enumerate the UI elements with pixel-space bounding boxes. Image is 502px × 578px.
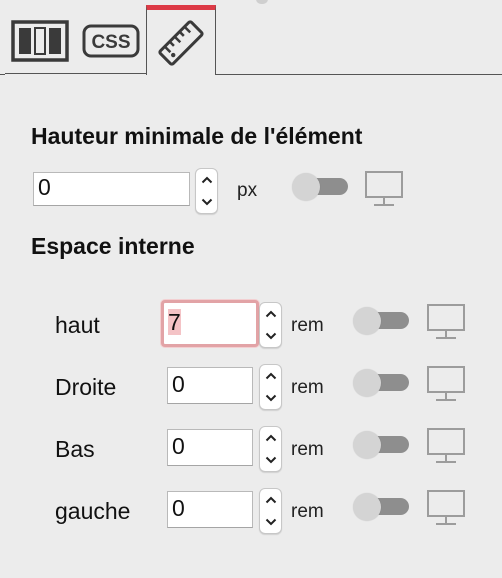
- stepper-down-button[interactable]: [260, 449, 281, 471]
- tab-bar-divider: [216, 74, 502, 75]
- toggle-knob: [353, 369, 381, 397]
- desktop-icon[interactable]: [426, 489, 466, 527]
- padding-bottom-responsive-toggle[interactable]: [353, 431, 409, 459]
- ruler-icon: [158, 19, 204, 66]
- padding-left-responsive-toggle[interactable]: [353, 493, 409, 521]
- chevron-down-icon: [265, 456, 276, 464]
- desktop-icon[interactable]: [426, 365, 466, 403]
- chevron-up-icon: [265, 496, 276, 504]
- stepper-down-button[interactable]: [260, 325, 281, 347]
- padding-top-stepper[interactable]: [259, 302, 282, 348]
- padding-right-label: Droite: [55, 374, 117, 400]
- min-height-title: Hauteur minimale de l'élément: [31, 123, 363, 149]
- desktop-icon[interactable]: [426, 427, 466, 465]
- chevron-down-icon: [265, 518, 276, 526]
- css-badge-label: CSS: [91, 32, 130, 53]
- selected-text: 7: [168, 309, 181, 335]
- stepper-up-button[interactable]: [260, 489, 281, 511]
- chevron-down-icon: [265, 332, 276, 340]
- toggle-knob: [353, 307, 381, 335]
- stepper-up-button[interactable]: [260, 365, 281, 387]
- tab-css[interactable]: CSS: [75, 8, 146, 74]
- padding-right-input[interactable]: 0: [167, 367, 253, 404]
- stepper-up-button[interactable]: [260, 303, 281, 325]
- padding-title: Espace interne: [31, 233, 195, 259]
- padding-top-responsive-toggle[interactable]: [353, 307, 409, 335]
- desktop-icon[interactable]: [364, 170, 404, 208]
- padding-top-label: haut: [55, 312, 100, 338]
- padding-top-input[interactable]: 7: [161, 300, 259, 347]
- tab-bar-divider: [0, 74, 5, 75]
- toggle-knob: [353, 431, 381, 459]
- padding-left-stepper[interactable]: [259, 488, 282, 534]
- padding-bottom-label: Bas: [55, 436, 95, 462]
- toggle-knob: [353, 493, 381, 521]
- stepper-up-button[interactable]: [260, 427, 281, 449]
- min-height-unit: px: [237, 180, 258, 201]
- stepper-down-button[interactable]: [260, 387, 281, 409]
- padding-bottom-stepper[interactable]: [259, 426, 282, 472]
- layout-panel-icon: [11, 19, 69, 62]
- inspector-tab-bar: CSS: [0, 0, 502, 76]
- padding-top-unit: rem: [291, 315, 324, 336]
- chevron-up-icon: [265, 434, 276, 442]
- desktop-icon[interactable]: [426, 303, 466, 341]
- chevron-down-icon: [265, 394, 276, 402]
- padding-left-unit: rem: [291, 501, 324, 522]
- stepper-down-button[interactable]: [260, 511, 281, 533]
- css-badge-icon: CSS: [82, 24, 139, 57]
- chevron-up-icon: [201, 176, 212, 184]
- padding-right-stepper[interactable]: [259, 364, 282, 410]
- padding-left-label: gauche: [55, 498, 131, 524]
- padding-bottom-input[interactable]: 0: [167, 429, 253, 466]
- chevron-up-icon: [265, 310, 276, 318]
- padding-bottom-unit: rem: [291, 439, 324, 460]
- chevron-up-icon: [265, 372, 276, 380]
- chevron-down-icon: [201, 198, 212, 206]
- padding-right-responsive-toggle[interactable]: [353, 369, 409, 397]
- min-height-input[interactable]: 0: [33, 172, 190, 206]
- tab-layout[interactable]: [5, 8, 75, 74]
- min-height-responsive-toggle[interactable]: [292, 173, 348, 201]
- tab-dimensions[interactable]: [146, 5, 216, 75]
- stepper-up-button[interactable]: [196, 169, 217, 191]
- stepper-down-button[interactable]: [196, 191, 217, 213]
- toggle-knob: [292, 173, 320, 201]
- min-height-stepper[interactable]: [195, 168, 218, 214]
- padding-right-unit: rem: [291, 377, 324, 398]
- padding-left-input[interactable]: 0: [167, 491, 253, 528]
